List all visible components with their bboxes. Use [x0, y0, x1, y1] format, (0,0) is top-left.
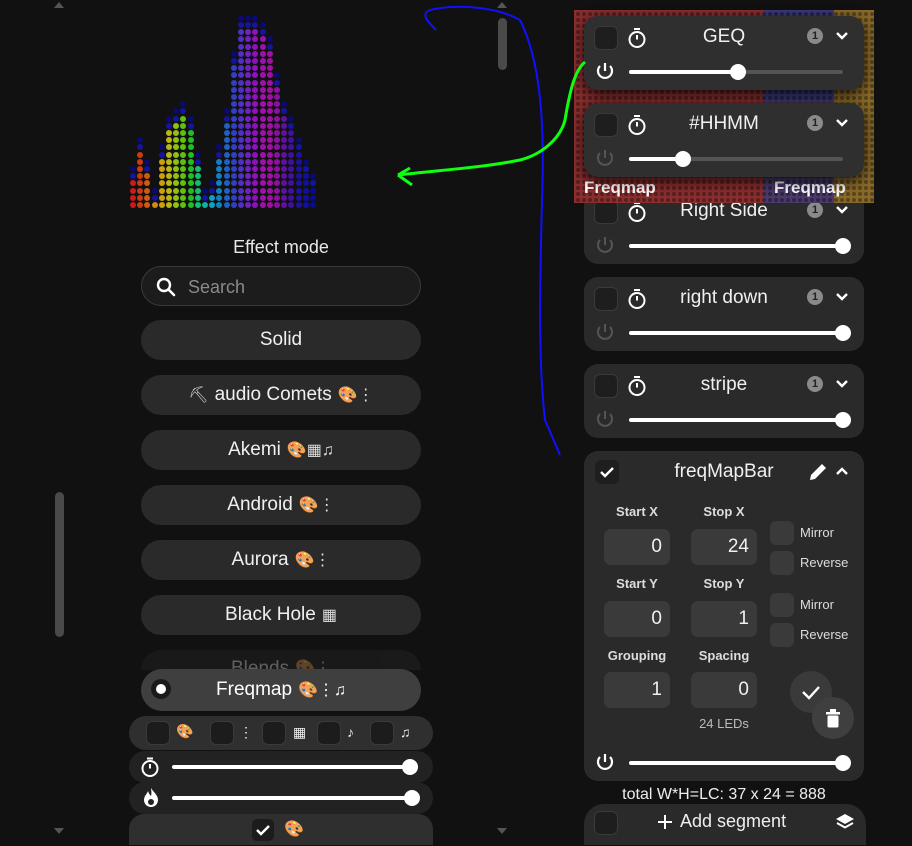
green-annotation-stroke	[397, 60, 587, 187]
annotation-overlay	[397, 5, 587, 456]
blue-annotation-stroke	[424, 5, 561, 456]
